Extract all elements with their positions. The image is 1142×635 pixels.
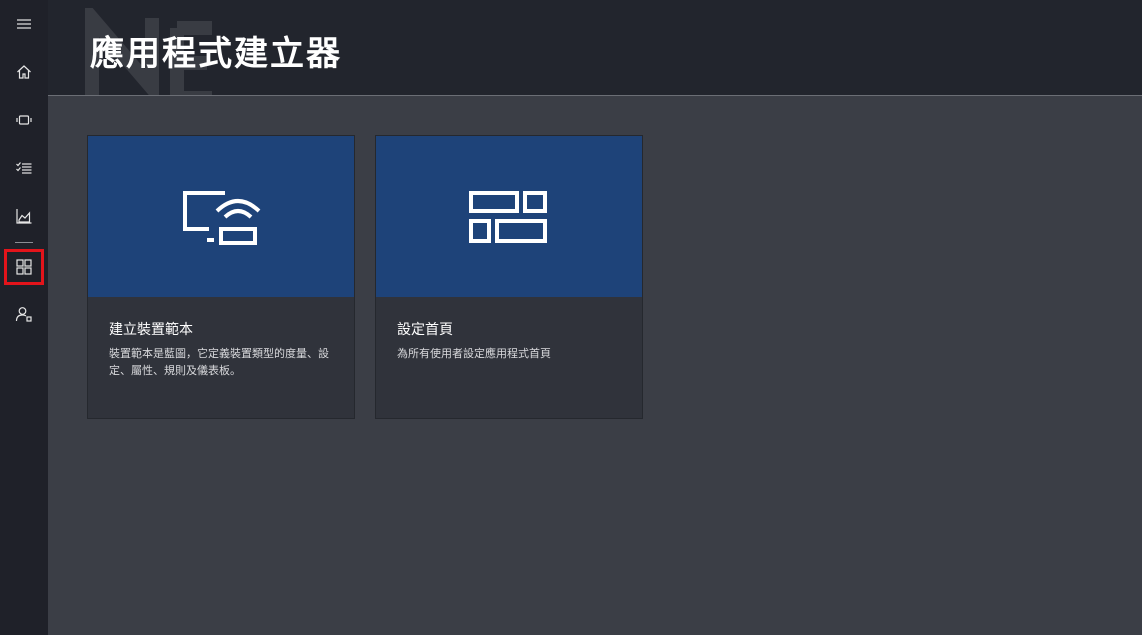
rail-divider (15, 242, 33, 243)
nav-app-builder-button[interactable] (4, 249, 44, 285)
app-builder-icon (16, 259, 32, 275)
devices-icon (16, 115, 32, 125)
card-title: 設定首頁 (397, 322, 453, 338)
app-root: 應用程式建立器 建立裝置範本 裝置範本是藍圖，它定義裝置類型的度量、設定、屬性、… (0, 0, 1142, 635)
page-title: 應用程式建立器 (90, 34, 342, 74)
analytics-icon (16, 209, 32, 224)
user-admin-icon (15, 307, 32, 322)
card-hero (88, 136, 354, 297)
nav-admin-button[interactable] (4, 296, 44, 332)
hamburger-menu-button[interactable] (4, 6, 44, 42)
card-body: 設定首頁 為所有使用者設定應用程式首頁 (376, 297, 642, 362)
card-body: 建立裝置範本 裝置範本是藍圖，它定義裝置類型的度量、設定、屬性、規則及儀表板。 (88, 297, 354, 379)
nav-home-button[interactable] (4, 54, 44, 90)
dashboard-layout-icon (469, 190, 547, 243)
card-title: 建立裝置範本 (109, 322, 193, 338)
customize-home-card[interactable]: 設定首頁 為所有使用者設定應用程式首頁 (375, 135, 643, 419)
nav-devices-button[interactable] (4, 102, 44, 138)
checklist-icon (16, 162, 32, 174)
home-icon (17, 65, 31, 79)
nav-rules-button[interactable] (4, 150, 44, 186)
card-hero (376, 136, 642, 297)
nav-analytics-button[interactable] (4, 198, 44, 234)
page-header: 應用程式建立器 (48, 0, 1142, 96)
device-template-icon (183, 190, 261, 245)
card-description: 裝置範本是藍圖，它定義裝置類型的度量、設定、屬性、規則及儀表板。 (109, 347, 329, 377)
left-nav-rail (0, 0, 48, 635)
hamburger-menu-icon (17, 19, 31, 29)
card-description: 為所有使用者設定應用程式首頁 (397, 347, 551, 360)
create-device-template-card[interactable]: 建立裝置範本 裝置範本是藍圖，它定義裝置類型的度量、設定、屬性、規則及儀表板。 (87, 135, 355, 419)
